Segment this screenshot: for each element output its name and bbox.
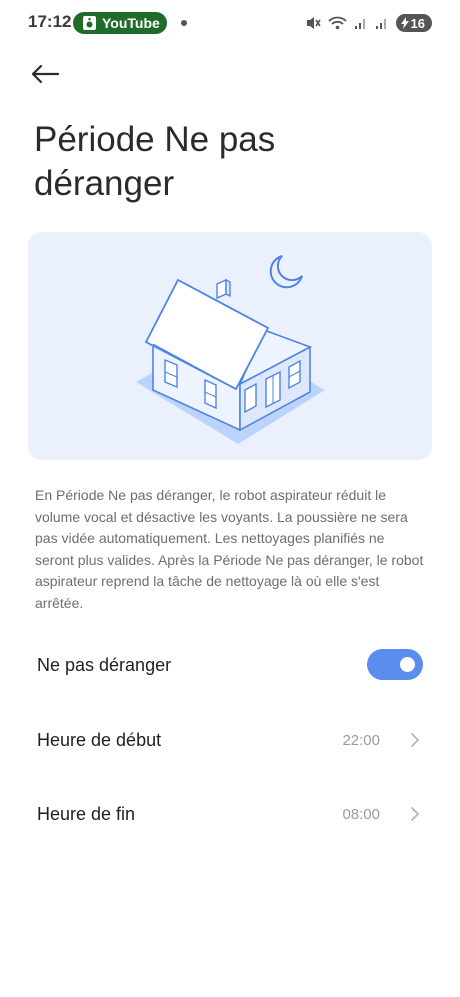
chevron-right-icon [411, 733, 419, 747]
back-button[interactable] [30, 56, 72, 92]
notification-dot [181, 20, 187, 26]
house-icon [136, 278, 325, 444]
battery-level: 16 [410, 15, 425, 31]
youtube-pill[interactable]: YouTube [73, 12, 167, 34]
end-time-value: 08:00 [342, 805, 380, 823]
end-time-row[interactable]: Heure de fin 08:00 [0, 788, 460, 840]
chevron-right-icon [411, 807, 419, 821]
start-time-value: 22:00 [342, 731, 380, 749]
toggle-knob [400, 657, 415, 672]
mute-icon [306, 17, 321, 29]
arrow-left-icon [31, 64, 60, 84]
page-title: Période Ne pas déranger [34, 120, 276, 203]
wifi-icon [327, 16, 347, 30]
system-icons: 16 [306, 12, 432, 34]
dnd-label: Ne pas déranger [37, 654, 172, 675]
youtube-pill-label: YouTube [102, 15, 160, 31]
signal-icon [354, 19, 365, 29]
start-time-row[interactable]: Heure de début 22:00 [0, 714, 460, 766]
speaker-icon [83, 16, 96, 30]
start-time-label: Heure de début [37, 729, 162, 750]
charging-icon [400, 17, 409, 29]
end-time-label: Heure de fin [37, 803, 136, 824]
moon-icon [269, 255, 303, 289]
status-time: 17:12 [28, 12, 72, 31]
illustration-card [28, 232, 432, 460]
description-text: En Période Ne pas déranger, le robot asp… [35, 487, 424, 611]
battery-indicator: 16 [395, 14, 432, 32]
dnd-toggle[interactable] [367, 649, 423, 680]
signal-icon-2 [375, 19, 386, 29]
status-bar: 17:12 YouTube 16 [0, 0, 460, 46]
